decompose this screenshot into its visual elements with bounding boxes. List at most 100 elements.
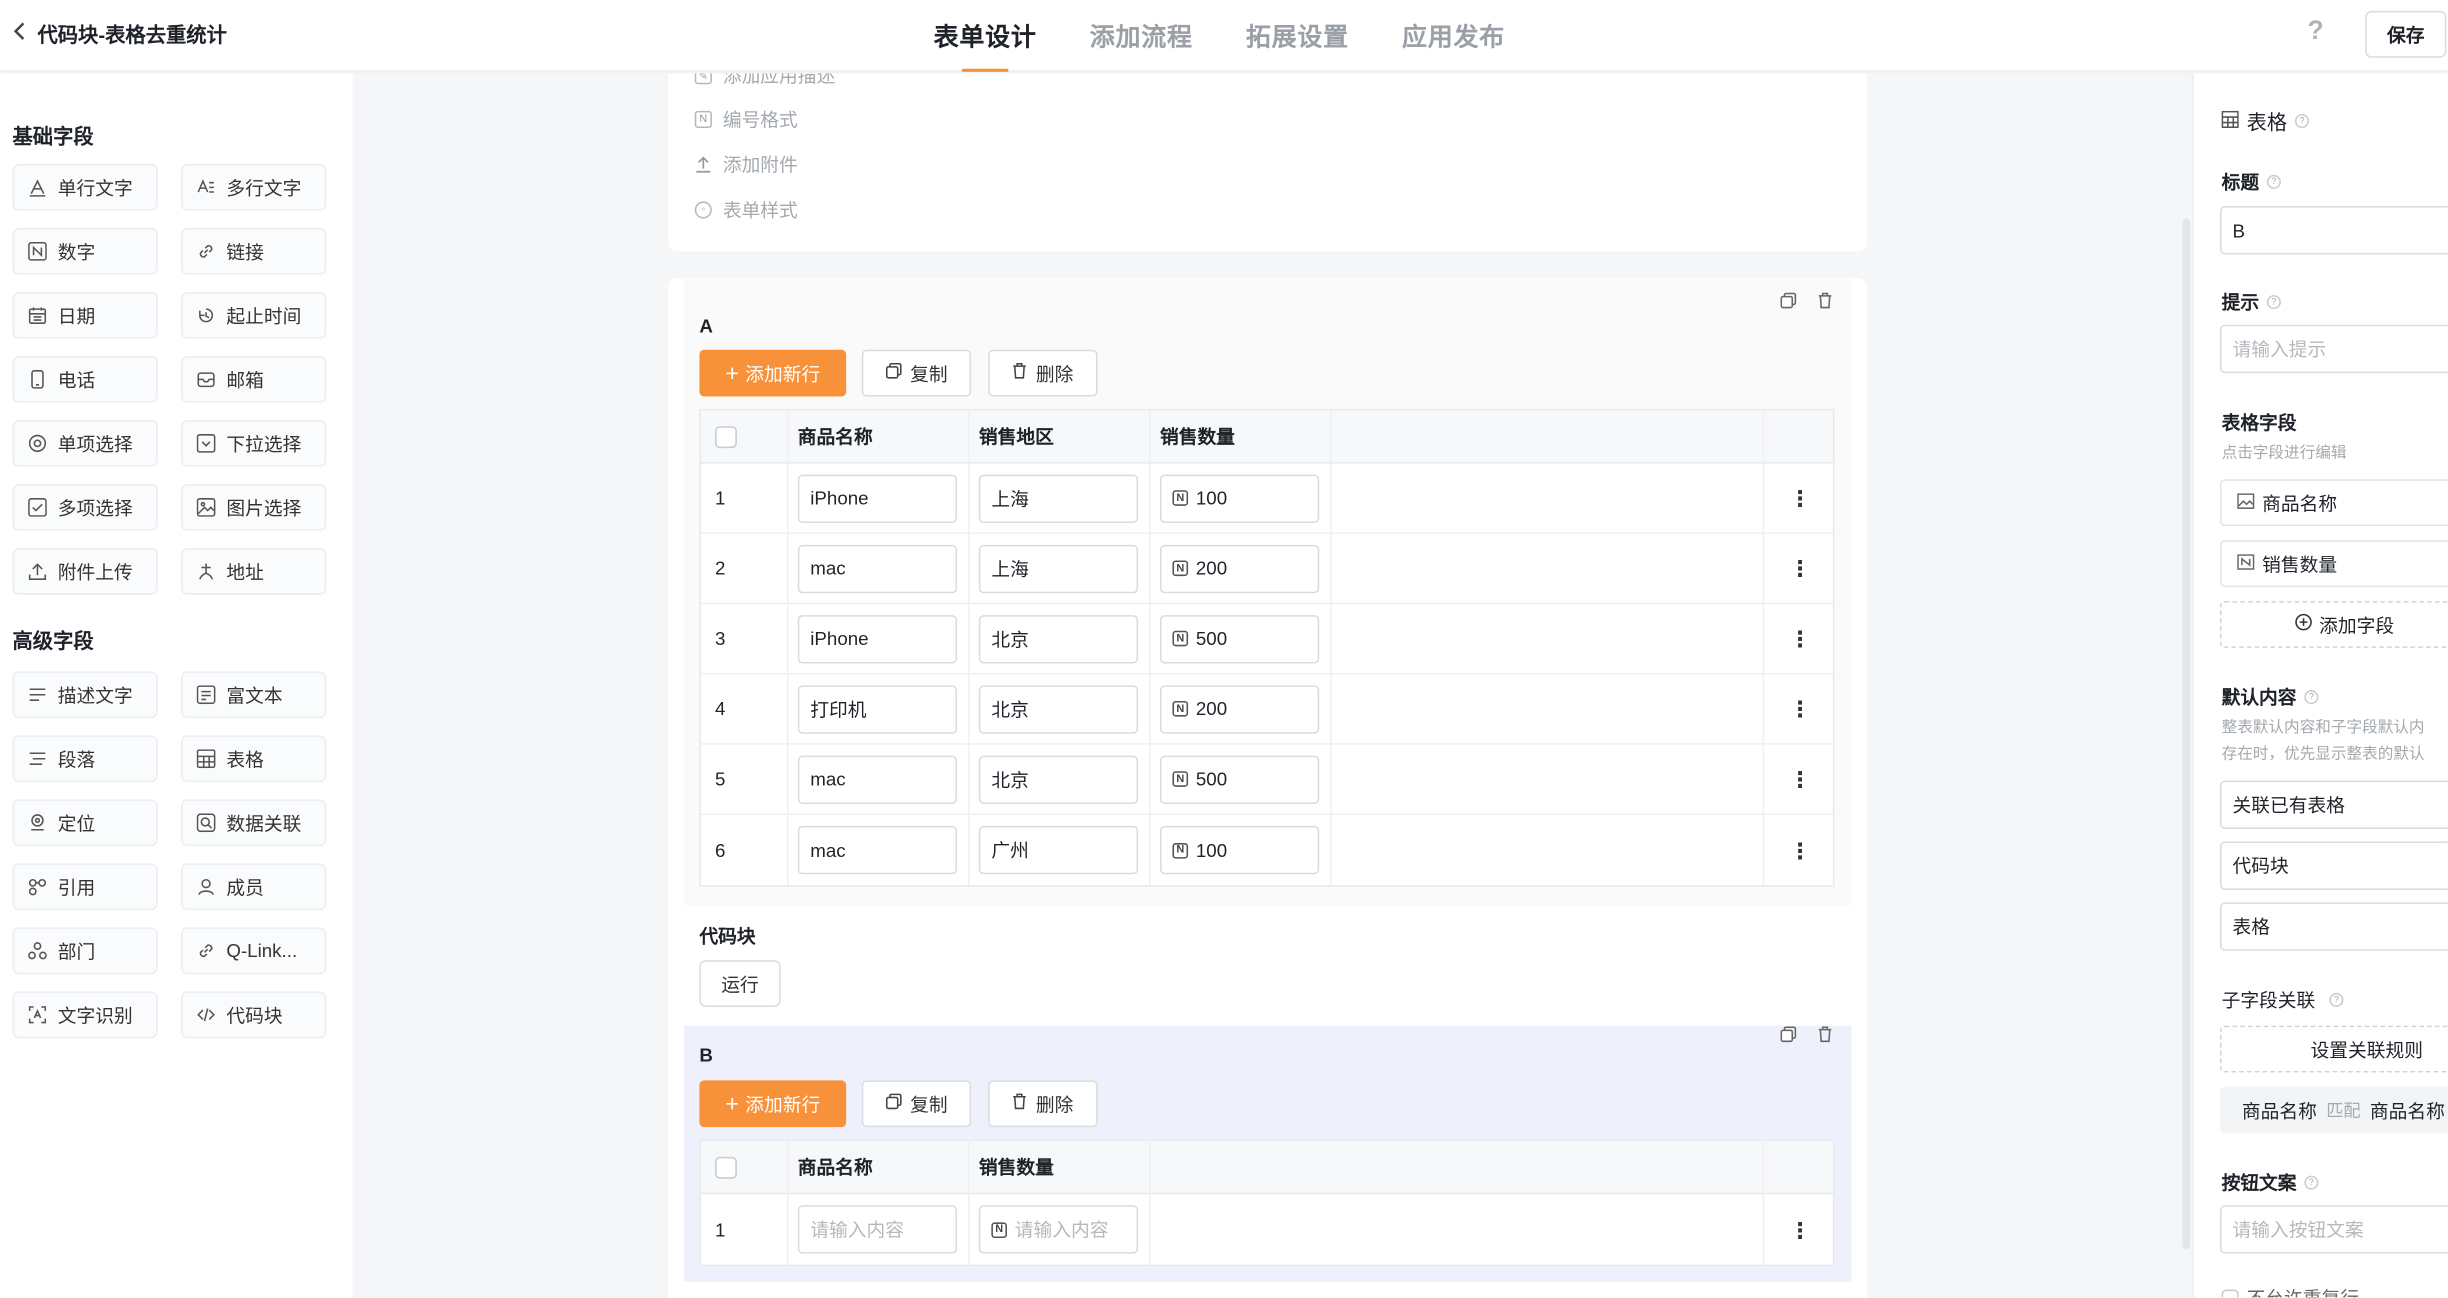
add-row-button[interactable]: + 添加新行 bbox=[699, 349, 847, 397]
name-input[interactable]: iPhone bbox=[797, 614, 958, 663]
more-vertical-icon[interactable]: ⋮ bbox=[1789, 698, 1811, 720]
palette-field-locate[interactable]: 定位 bbox=[12, 799, 158, 847]
name-input[interactable]: 请输入内容 bbox=[797, 1205, 958, 1254]
set-link-rule-button[interactable]: 设置关联规则 bbox=[2220, 1025, 2448, 1073]
default-option-linked-table[interactable]: 关联已有表格 bbox=[2220, 780, 2448, 829]
region-input[interactable]: 北京 bbox=[978, 684, 1139, 733]
qty-input[interactable]: N 100 bbox=[1159, 473, 1320, 523]
more-vertical-icon[interactable]: ⋮ bbox=[1789, 768, 1811, 790]
palette-field-qlink[interactable]: Q-Link... bbox=[181, 927, 327, 975]
default-option-code-block[interactable]: 代码块 bbox=[2220, 841, 2448, 890]
palette-field-time-range[interactable]: 起止时间 bbox=[181, 291, 327, 339]
select-all-checkbox[interactable] bbox=[715, 1156, 737, 1178]
palette-field-member[interactable]: 成员 bbox=[181, 863, 327, 911]
name-input[interactable]: mac bbox=[797, 754, 958, 804]
palette-field-text[interactable]: 单行文字 bbox=[12, 163, 158, 211]
qty-input[interactable]: N 请输入内容 bbox=[978, 1205, 1139, 1254]
more-vertical-icon[interactable]: ⋮ bbox=[1789, 557, 1811, 579]
tab-publish[interactable]: 应用发布 bbox=[1402, 16, 1505, 53]
table-field-b[interactable]: B + 添加新行 复制 删除 商品名称 销售数量 1 请输入内容 N 请输入内容… bbox=[683, 1025, 1852, 1282]
qty-input[interactable]: N 100 bbox=[1159, 825, 1320, 875]
palette-field-multiline-text[interactable]: 多行文字 bbox=[181, 163, 327, 211]
palette-field-ocr[interactable]: 文字识别 bbox=[12, 991, 158, 1039]
table-field-a[interactable]: A + 添加新行 复制 删除 商品名称 销售地区 销售数量 1 iPhone 上… bbox=[683, 277, 1852, 906]
trash-icon[interactable] bbox=[1817, 292, 1833, 314]
run-button[interactable]: 运行 bbox=[699, 960, 781, 1007]
table-field-item[interactable]: 商品名称 bbox=[2220, 479, 2448, 527]
palette-field-paragraph[interactable]: 段落 bbox=[12, 735, 158, 783]
palette-field-mail[interactable]: 邮箱 bbox=[181, 355, 327, 403]
title-input[interactable]: B bbox=[2220, 206, 2448, 255]
palette-field-department[interactable]: 部门 bbox=[12, 927, 158, 975]
more-vertical-icon[interactable]: ⋮ bbox=[1789, 628, 1811, 650]
no-duplicate-rows-option[interactable]: 不允许重复行 bbox=[2221, 1285, 2359, 1298]
region-input[interactable]: 上海 bbox=[978, 544, 1139, 593]
help-icon[interactable]: ? bbox=[2266, 295, 2281, 310]
palette-field-image[interactable]: 图片选择 bbox=[181, 483, 327, 531]
palette-field-number[interactable]: 数字 bbox=[12, 227, 158, 275]
qty-input[interactable]: N 500 bbox=[1159, 614, 1320, 663]
copy-row-button[interactable]: 复制 bbox=[861, 349, 972, 397]
palette-field-location-pin[interactable]: 地址 bbox=[181, 547, 327, 595]
more-vertical-icon[interactable]: ⋮ bbox=[1789, 1219, 1811, 1241]
canvas-scrollbar[interactable] bbox=[2182, 218, 2191, 1249]
name-input[interactable]: iPhone bbox=[797, 473, 958, 523]
copy-row-button[interactable]: 复制 bbox=[861, 1080, 972, 1128]
copy-icon[interactable] bbox=[1780, 1026, 1797, 1048]
palette-field-reference[interactable]: 引用 bbox=[12, 863, 158, 911]
add-attachment-link[interactable]: 添加附件 bbox=[695, 151, 798, 178]
name-input[interactable]: mac bbox=[797, 544, 958, 593]
help-icon[interactable]: ? bbox=[2304, 690, 2319, 705]
palette-field-data-link[interactable]: 数据关联 bbox=[181, 799, 327, 847]
region-input[interactable]: 广州 bbox=[978, 825, 1139, 875]
name-input[interactable]: 打印机 bbox=[797, 684, 958, 733]
palette-field-radio[interactable]: 单项选择 bbox=[12, 419, 158, 467]
multiline-text-icon bbox=[197, 178, 216, 197]
table-field-item[interactable]: 销售数量 bbox=[2220, 540, 2448, 588]
name-input[interactable]: mac bbox=[797, 825, 958, 875]
delete-row-button[interactable]: 删除 bbox=[988, 1080, 1098, 1128]
help-icon[interactable]: ? bbox=[2304, 1175, 2319, 1190]
hint-input[interactable]: 请输入提示 bbox=[2220, 324, 2448, 374]
more-vertical-icon[interactable]: ⋮ bbox=[1789, 839, 1811, 861]
form-style-link[interactable]: ◦ 表单样式 bbox=[694, 197, 798, 224]
help-icon[interactable]: ? bbox=[2266, 174, 2281, 189]
qty-input[interactable]: N 200 bbox=[1159, 684, 1320, 733]
add-description-link[interactable]: ✎ 添加应用描述 bbox=[694, 73, 835, 89]
delete-row-button[interactable]: 删除 bbox=[988, 349, 1098, 397]
palette-field-phone[interactable]: 电话 bbox=[12, 355, 158, 403]
palette-field-description[interactable]: 描述文字 bbox=[12, 671, 158, 719]
copy-icon[interactable] bbox=[1780, 292, 1797, 314]
palette-field-code[interactable]: 代码块 bbox=[181, 991, 327, 1039]
qty-input[interactable]: N 500 bbox=[1159, 754, 1320, 804]
tab-form-design[interactable]: 表单设计 bbox=[934, 16, 1037, 72]
palette-field-rich-text[interactable]: 富文本 bbox=[181, 671, 327, 719]
default-option-table[interactable]: 表格 bbox=[2220, 902, 2448, 951]
tab-add-flow[interactable]: 添加流程 bbox=[1090, 16, 1193, 53]
tab-extension[interactable]: 拓展设置 bbox=[1246, 16, 1349, 53]
palette-field-checkbox[interactable]: 多项选择 bbox=[12, 483, 158, 531]
palette-field-upload[interactable]: 附件上传 bbox=[12, 547, 158, 595]
region-input[interactable]: 上海 bbox=[978, 473, 1139, 523]
qty-input[interactable]: N 200 bbox=[1159, 544, 1320, 593]
help-icon[interactable]: ? bbox=[2307, 16, 2323, 47]
back-button[interactable]: 代码块-表格去重统计 bbox=[12, 19, 227, 49]
trash-icon[interactable] bbox=[1817, 1026, 1833, 1048]
palette-field-calendar[interactable]: 日期 bbox=[12, 291, 158, 339]
palette-field-link[interactable]: 链接 bbox=[181, 227, 327, 275]
palette-field-dropdown[interactable]: 下拉选择 bbox=[181, 419, 327, 467]
more-vertical-icon[interactable]: ⋮ bbox=[1789, 487, 1811, 509]
help-icon[interactable]: ? bbox=[2329, 992, 2344, 1007]
save-button[interactable]: 保存 bbox=[2365, 10, 2447, 58]
palette-field-table[interactable]: 表格 bbox=[181, 735, 327, 783]
no-duplicate-checkbox[interactable] bbox=[2221, 1289, 2239, 1298]
add-row-button[interactable]: + 添加新行 bbox=[699, 1080, 847, 1128]
select-all-checkbox[interactable] bbox=[715, 425, 737, 448]
button-text-input[interactable]: 请输入按钮文案 bbox=[2220, 1205, 2448, 1254]
region-input[interactable]: 北京 bbox=[978, 614, 1139, 663]
help-icon[interactable]: ? bbox=[2294, 113, 2310, 129]
number-format-link[interactable]: N 编号格式 bbox=[694, 106, 798, 133]
trash-icon bbox=[1012, 1093, 1028, 1115]
region-input[interactable]: 北京 bbox=[978, 754, 1139, 804]
add-field-button[interactable]: 添加字段 bbox=[2220, 601, 2448, 648]
